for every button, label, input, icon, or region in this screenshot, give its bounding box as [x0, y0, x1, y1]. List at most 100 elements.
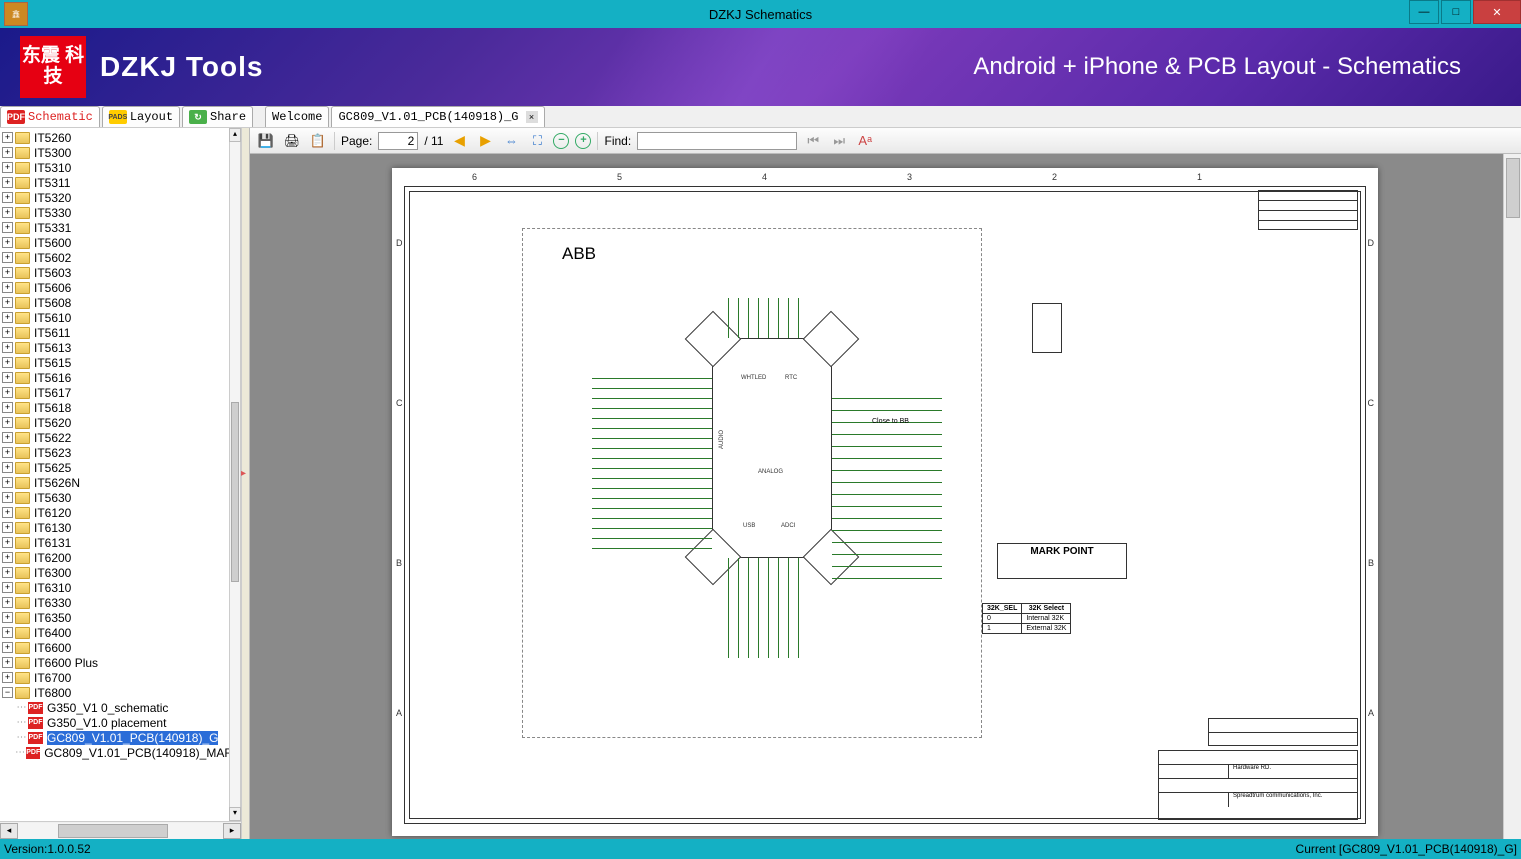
expand-icon[interactable]: +: [2, 462, 13, 473]
page-canvas[interactable]: 6 5 4 3 2 1 D C B A D C B A ABB: [250, 154, 1521, 839]
copy-icon[interactable]: 📋: [308, 131, 328, 151]
expand-icon[interactable]: +: [2, 642, 13, 653]
tree-folder[interactable]: +IT5603: [0, 265, 241, 280]
expand-icon[interactable]: +: [2, 522, 13, 533]
expand-icon[interactable]: +: [2, 207, 13, 218]
tree-folder[interactable]: +IT5623: [0, 445, 241, 460]
expand-icon[interactable]: +: [2, 507, 13, 518]
tree-folder[interactable]: +IT5310: [0, 160, 241, 175]
expand-icon[interactable]: +: [2, 657, 13, 668]
find-input[interactable]: [637, 132, 797, 150]
tree-folder[interactable]: +IT5620: [0, 415, 241, 430]
expand-icon[interactable]: +: [2, 387, 13, 398]
expand-icon[interactable]: +: [2, 267, 13, 278]
sidebar-tab-layout[interactable]: PADS Layout: [102, 106, 180, 127]
expand-icon[interactable]: +: [2, 132, 13, 143]
tree-folder[interactable]: +IT5617: [0, 385, 241, 400]
tree-folder[interactable]: +IT5331: [0, 220, 241, 235]
expand-icon[interactable]: +: [2, 312, 13, 323]
zoom-out-icon[interactable]: −: [553, 133, 569, 149]
tree-folder[interactable]: +IT5606: [0, 280, 241, 295]
tree-folder[interactable]: −IT6800: [0, 685, 241, 700]
tree-folder[interactable]: +IT5616: [0, 370, 241, 385]
tree-folder[interactable]: +IT5622: [0, 430, 241, 445]
tree-folder[interactable]: +IT5260: [0, 130, 241, 145]
tree-folder[interactable]: +IT6131: [0, 535, 241, 550]
find-next-icon[interactable]: ⏭: [829, 131, 849, 151]
expand-icon[interactable]: +: [2, 672, 13, 683]
sidebar-tab-schematic[interactable]: PDF Schematic: [0, 106, 100, 127]
maximize-button[interactable]: □: [1441, 0, 1471, 24]
tree-folder[interactable]: +IT5611: [0, 325, 241, 340]
scroll-right-icon[interactable]: ▸: [223, 823, 241, 839]
tree-folder[interactable]: +IT5608: [0, 295, 241, 310]
tree-vscroll[interactable]: ▴ ▾: [229, 128, 241, 821]
tree-folder[interactable]: +IT6120: [0, 505, 241, 520]
tree-folder[interactable]: +IT5300: [0, 145, 241, 160]
sidebar-tab-share[interactable]: ↻ Share: [182, 106, 253, 127]
fit-width-icon[interactable]: ⇔: [501, 131, 521, 151]
expand-icon[interactable]: +: [2, 147, 13, 158]
tree-folder[interactable]: +IT6310: [0, 580, 241, 595]
tree-folder[interactable]: +IT5602: [0, 250, 241, 265]
tree-folder[interactable]: +IT5626N: [0, 475, 241, 490]
tree-folder[interactable]: +IT5615: [0, 355, 241, 370]
expand-icon[interactable]: +: [2, 537, 13, 548]
tree-file[interactable]: ⋯PDFGC809_V1.01_PCB(140918)_MARK: [0, 745, 241, 760]
save-icon[interactable]: 💾: [256, 131, 276, 151]
expand-icon[interactable]: +: [2, 192, 13, 203]
zoom-in-icon[interactable]: +: [575, 133, 591, 149]
expand-icon[interactable]: +: [2, 402, 13, 413]
viewer-vscroll[interactable]: [1503, 154, 1521, 839]
close-button[interactable]: ✕: [1473, 0, 1521, 24]
expand-icon[interactable]: +: [2, 447, 13, 458]
text-tool-icon[interactable]: Aᵃ: [855, 131, 875, 151]
expand-icon[interactable]: +: [2, 477, 13, 488]
expand-icon[interactable]: +: [2, 177, 13, 188]
tree-folder[interactable]: +IT5618: [0, 400, 241, 415]
page-input[interactable]: [378, 132, 418, 150]
tree-folder[interactable]: +IT5610: [0, 310, 241, 325]
tree-folder[interactable]: +IT5320: [0, 190, 241, 205]
expand-icon[interactable]: +: [2, 327, 13, 338]
expand-icon[interactable]: +: [2, 237, 13, 248]
expand-icon[interactable]: +: [2, 552, 13, 563]
tree-folder[interactable]: +IT5613: [0, 340, 241, 355]
print-icon[interactable]: 🖨: [282, 131, 302, 151]
expand-icon[interactable]: +: [2, 282, 13, 293]
tree-folder[interactable]: +IT5600: [0, 235, 241, 250]
expand-icon[interactable]: −: [2, 687, 13, 698]
doc-tab-current[interactable]: GC809_V1.01_PCB(140918)_G ×: [331, 106, 544, 127]
tree-folder[interactable]: +IT6200: [0, 550, 241, 565]
minimize-button[interactable]: —: [1409, 0, 1439, 24]
doc-tab-welcome[interactable]: Welcome: [265, 106, 329, 127]
tree-folder[interactable]: +IT6350: [0, 610, 241, 625]
tree-folder[interactable]: +IT5630: [0, 490, 241, 505]
prev-page-icon[interactable]: ◀: [449, 131, 469, 151]
tree-folder[interactable]: +IT6300: [0, 565, 241, 580]
splitter[interactable]: ▸: [242, 128, 250, 839]
expand-icon[interactable]: +: [2, 297, 13, 308]
expand-icon[interactable]: +: [2, 597, 13, 608]
expand-icon[interactable]: +: [2, 582, 13, 593]
find-prev-icon[interactable]: ⏮: [803, 131, 823, 151]
tree-folder[interactable]: +IT5330: [0, 205, 241, 220]
scroll-thumb[interactable]: [231, 402, 239, 582]
expand-icon[interactable]: +: [2, 372, 13, 383]
scroll-up-icon[interactable]: ▴: [229, 128, 241, 142]
tree-folder[interactable]: +IT5311: [0, 175, 241, 190]
tree-folder[interactable]: +IT6330: [0, 595, 241, 610]
expand-icon[interactable]: +: [2, 357, 13, 368]
fit-page-icon[interactable]: ⛶: [527, 131, 547, 151]
expand-icon[interactable]: +: [2, 342, 13, 353]
expand-icon[interactable]: +: [2, 492, 13, 503]
expand-icon[interactable]: +: [2, 162, 13, 173]
tree-folder[interactable]: +IT6130: [0, 520, 241, 535]
next-page-icon[interactable]: ▶: [475, 131, 495, 151]
tree-file[interactable]: ⋯PDFGC809_V1.01_PCB(140918)_G: [0, 730, 241, 745]
tree-file[interactable]: ⋯PDFG350_V1.0 placement: [0, 715, 241, 730]
scroll-down-icon[interactable]: ▾: [229, 807, 241, 821]
expand-icon[interactable]: +: [2, 567, 13, 578]
tree-folder[interactable]: +IT6600: [0, 640, 241, 655]
tab-close-icon[interactable]: ×: [526, 111, 538, 123]
